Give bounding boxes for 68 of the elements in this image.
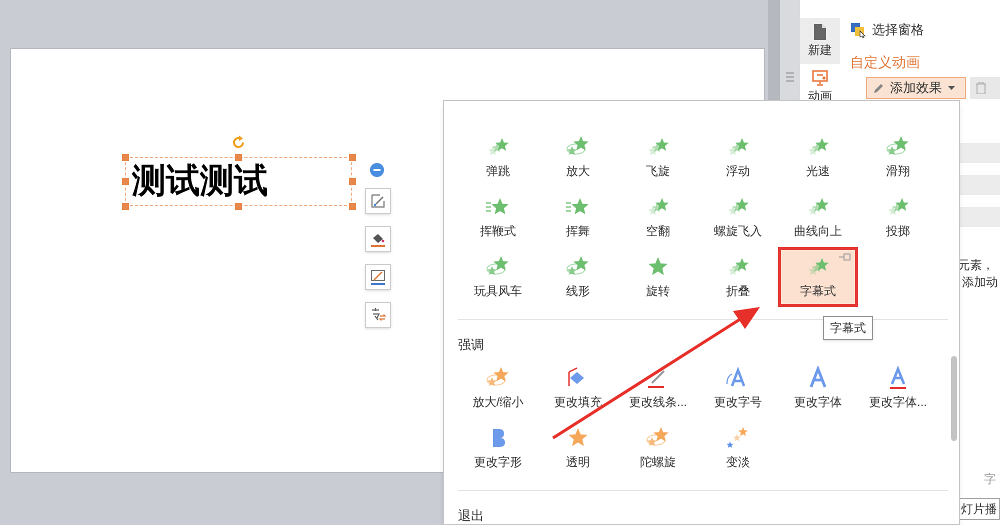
collapse-icon[interactable] xyxy=(370,163,384,177)
effect-item[interactable]: 挥舞 xyxy=(538,187,618,247)
effect-item[interactable]: 更改线条... xyxy=(618,358,698,418)
outline-button[interactable] xyxy=(365,264,391,290)
resize-handle[interactable] xyxy=(122,178,129,185)
select-pane-link[interactable]: 选择窗格 xyxy=(840,20,1000,40)
animation-icon xyxy=(812,70,828,86)
effect-item[interactable]: 更改字体... xyxy=(858,358,938,418)
list-row xyxy=(960,175,1000,195)
effect-item[interactable]: 光速 xyxy=(778,127,858,187)
effect-item[interactable]: 弹跳 xyxy=(458,127,538,187)
effect-item[interactable]: 更改字形 xyxy=(458,418,538,478)
slide-text: 测试测试 xyxy=(132,164,268,198)
paint-bucket-icon xyxy=(370,231,386,247)
effect-item[interactable]: 螺旋飞入 xyxy=(698,187,778,247)
effect-item[interactable]: 飞旋 xyxy=(618,127,698,187)
trash-icon xyxy=(976,82,986,94)
effect-item[interactable]: 更改填充 xyxy=(538,358,618,418)
resize-handle[interactable] xyxy=(349,178,356,185)
effect-item[interactable]: 透明 xyxy=(538,418,618,478)
resize-handle[interactable] xyxy=(235,203,242,210)
list-row xyxy=(960,143,1000,163)
effect-item[interactable]: 挥鞭式 xyxy=(458,187,538,247)
pin-icon[interactable] xyxy=(839,253,851,261)
resize-handle[interactable] xyxy=(349,203,356,210)
section-header: 退出 xyxy=(458,507,485,524)
effect-item[interactable]: 曲线向上 xyxy=(778,187,858,247)
effect-item[interactable]: 更改字号 xyxy=(698,358,778,418)
rotate-handle-icon[interactable] xyxy=(231,135,246,150)
effect-item[interactable]: 投掷 xyxy=(858,187,938,247)
select-pane-icon xyxy=(850,22,866,38)
swap-icon xyxy=(370,307,386,323)
effect-item[interactable]: 折叠 xyxy=(698,247,778,307)
effect-item[interactable]: 玩具风车 xyxy=(458,247,538,307)
effect-item[interactable]: 放大 xyxy=(538,127,618,187)
panel-title: 自定义动画 xyxy=(849,53,921,71)
resize-handle[interactable] xyxy=(349,154,356,161)
slideshow-button[interactable]: 灯片播 xyxy=(958,498,1000,520)
section-header: 强调 xyxy=(458,336,485,354)
effect-item[interactable]: 空翻 xyxy=(618,187,698,247)
caret-icon xyxy=(948,86,955,90)
fill-button[interactable] xyxy=(365,226,391,252)
scrollbar-thumb[interactable] xyxy=(951,356,957,441)
effect-item[interactable]: 字幕式 xyxy=(778,247,858,307)
resize-handle[interactable] xyxy=(122,203,129,210)
drag-handle-icon[interactable] xyxy=(786,72,794,82)
effect-item[interactable]: 陀螺旋 xyxy=(618,418,698,478)
tooltip: 字幕式 xyxy=(823,316,873,340)
list-row xyxy=(960,207,1000,227)
effect-item[interactable]: 滑翔 xyxy=(858,127,938,187)
effect-item[interactable]: 旋转 xyxy=(618,247,698,307)
effect-item[interactable]: 放大/缩小 xyxy=(458,358,538,418)
hint-text: 添加动 xyxy=(961,274,999,291)
font-label: 字 xyxy=(984,471,996,488)
effect-item[interactable]: 变淡 xyxy=(698,418,778,478)
effect-item[interactable]: 线形 xyxy=(538,247,618,307)
side-tab[interactable]: 新建 xyxy=(800,18,840,64)
pencil-icon xyxy=(873,82,884,94)
effect-item[interactable]: 更改字体 xyxy=(778,358,858,418)
edit-icon xyxy=(370,193,386,209)
resize-handle[interactable] xyxy=(122,154,129,161)
add-effect-button[interactable]: 添加效果 xyxy=(866,77,966,99)
document-icon xyxy=(813,24,827,40)
text-effect-button[interactable] xyxy=(365,302,391,328)
effect-item[interactable]: 浮动 xyxy=(698,127,778,187)
outline-icon xyxy=(370,269,386,285)
edit-shape-button[interactable] xyxy=(365,188,391,214)
resize-handle[interactable] xyxy=(235,154,242,161)
